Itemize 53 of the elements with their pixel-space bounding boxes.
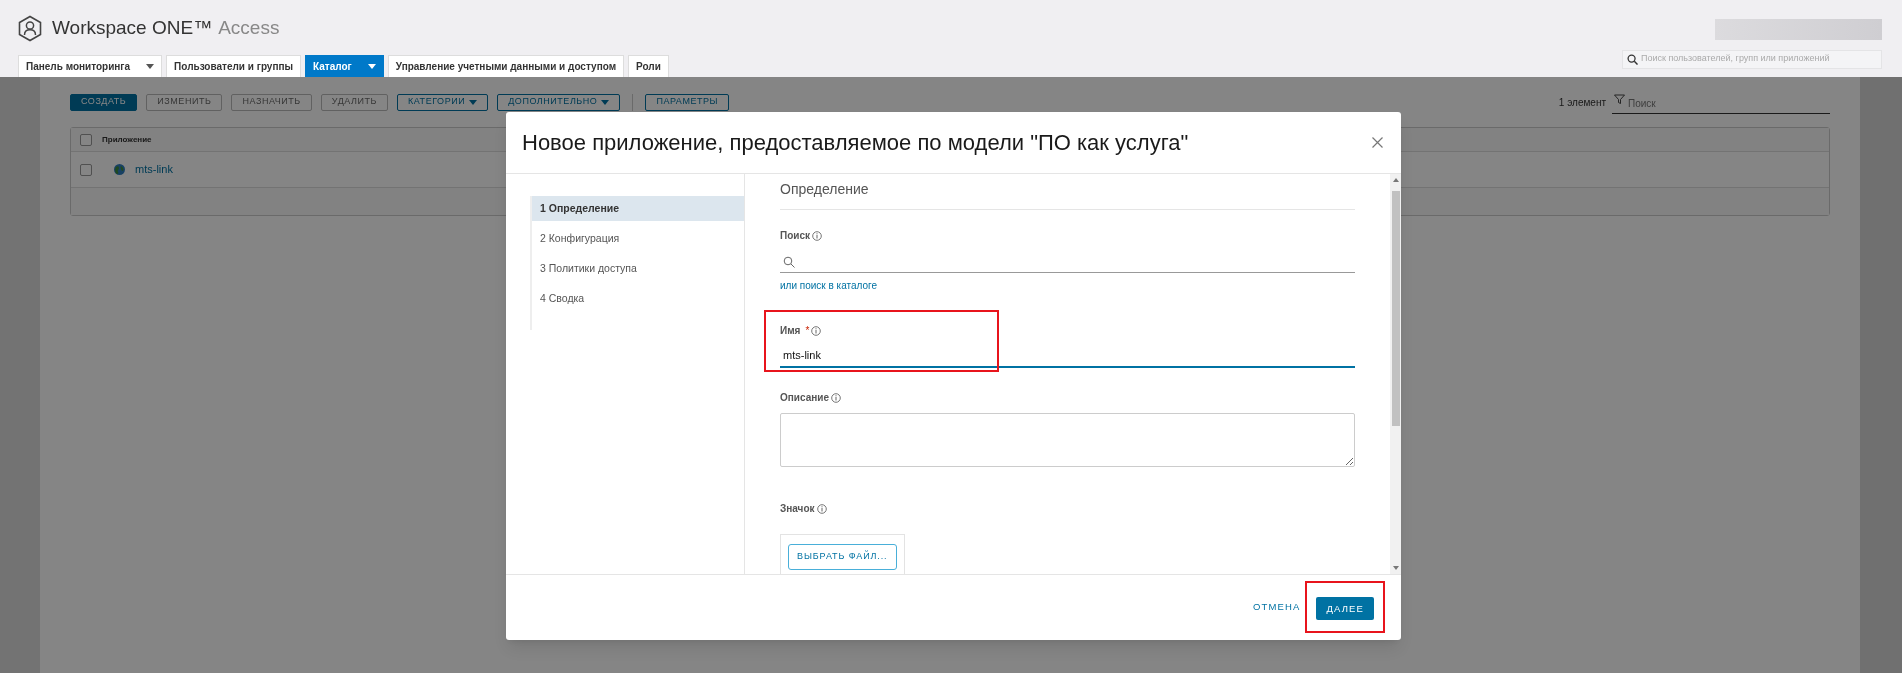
- dialog-title: Новое приложение, предоставляемое по модели "ПО как услуга": [522, 129, 1189, 157]
- filter-icon: [1614, 94, 1625, 105]
- wizard-step[interactable]: 2 Конфигурация: [532, 226, 744, 251]
- info-icon: [811, 325, 822, 336]
- close-icon: [1371, 137, 1383, 148]
- scroll-up-icon[interactable]: [1392, 178, 1399, 182]
- name-field[interactable]: mts-link: [780, 344, 1355, 368]
- column-header: Приложение: [102, 133, 152, 146]
- field-label: Значок: [780, 502, 815, 516]
- nav-tab[interactable]: Роли: [628, 54, 669, 78]
- scroll-down-icon[interactable]: [1392, 566, 1399, 570]
- toolbar-button[interactable]: СОЗДАТЬ: [70, 93, 138, 111]
- global-search-field[interactable]: Поиск пользователей, групп или приложений: [1622, 49, 1882, 69]
- nav-tab[interactable]: Панель мониторинга: [18, 54, 163, 78]
- cancel-button[interactable]: ОТМЕНА: [1252, 600, 1301, 615]
- app-link[interactable]: mts-link: [135, 161, 173, 178]
- search-icon: [1627, 53, 1638, 65]
- info-icon: [830, 392, 841, 403]
- field-label: Имя: [780, 324, 801, 338]
- wizard-step[interactable]: 1 Определение: [532, 196, 744, 221]
- caret-icon: [469, 99, 478, 105]
- next-button[interactable]: ДАЛЕЕ: [1316, 597, 1374, 621]
- toolbar-button[interactable]: ДОПОЛНИТЕЛЬНО: [497, 93, 621, 111]
- toolbar-button[interactable]: ИЗМЕНИТЬ: [146, 93, 223, 111]
- description-field[interactable]: [780, 413, 1355, 467]
- toolbar-button[interactable]: КАТЕГОРИИ: [397, 93, 489, 111]
- field-label: Поиск: [780, 229, 810, 243]
- nav-tab[interactable]: Каталог: [305, 54, 384, 78]
- toolbar-button[interactable]: УДАЛИТЬ: [320, 93, 388, 111]
- wizard-step[interactable]: 4 Сводка: [532, 286, 744, 311]
- checkbox[interactable]: [80, 133, 92, 146]
- required-mark: *: [805, 324, 810, 338]
- logo-icon: [18, 14, 42, 42]
- product-suffix: Access: [218, 16, 280, 40]
- nav-tab[interactable]: Пользователи и группы: [166, 54, 302, 78]
- nav-tab[interactable]: Управление учетными данными и доступом: [387, 54, 625, 78]
- product-title: Workspace ONE™: [52, 16, 213, 40]
- scrollbar-thumb[interactable]: [1391, 191, 1400, 426]
- wizard-step[interactable]: 3 Политики доступа: [532, 256, 744, 281]
- field-label: Описание: [780, 391, 829, 405]
- section-title: Определение: [780, 179, 1355, 210]
- catalog-search-link[interactable]: или поиск в каталоге: [780, 278, 878, 293]
- toolbar-button[interactable]: НАЗНАЧИТЬ: [231, 93, 312, 111]
- info-icon: [816, 503, 827, 514]
- caret-icon: [601, 99, 610, 105]
- globe-icon: [114, 164, 125, 175]
- choose-file-button[interactable]: ВЫБРАТЬ ФАЙЛ...: [788, 543, 897, 570]
- checkbox[interactable]: [80, 163, 92, 176]
- info-icon: [812, 230, 822, 241]
- toolbar-button[interactable]: ПАРАМЕТРЫ: [645, 93, 730, 111]
- search-icon: [783, 255, 795, 268]
- item-count: 1 элемент: [1558, 95, 1606, 110]
- filter-field[interactable]: Поиск: [1612, 94, 1830, 114]
